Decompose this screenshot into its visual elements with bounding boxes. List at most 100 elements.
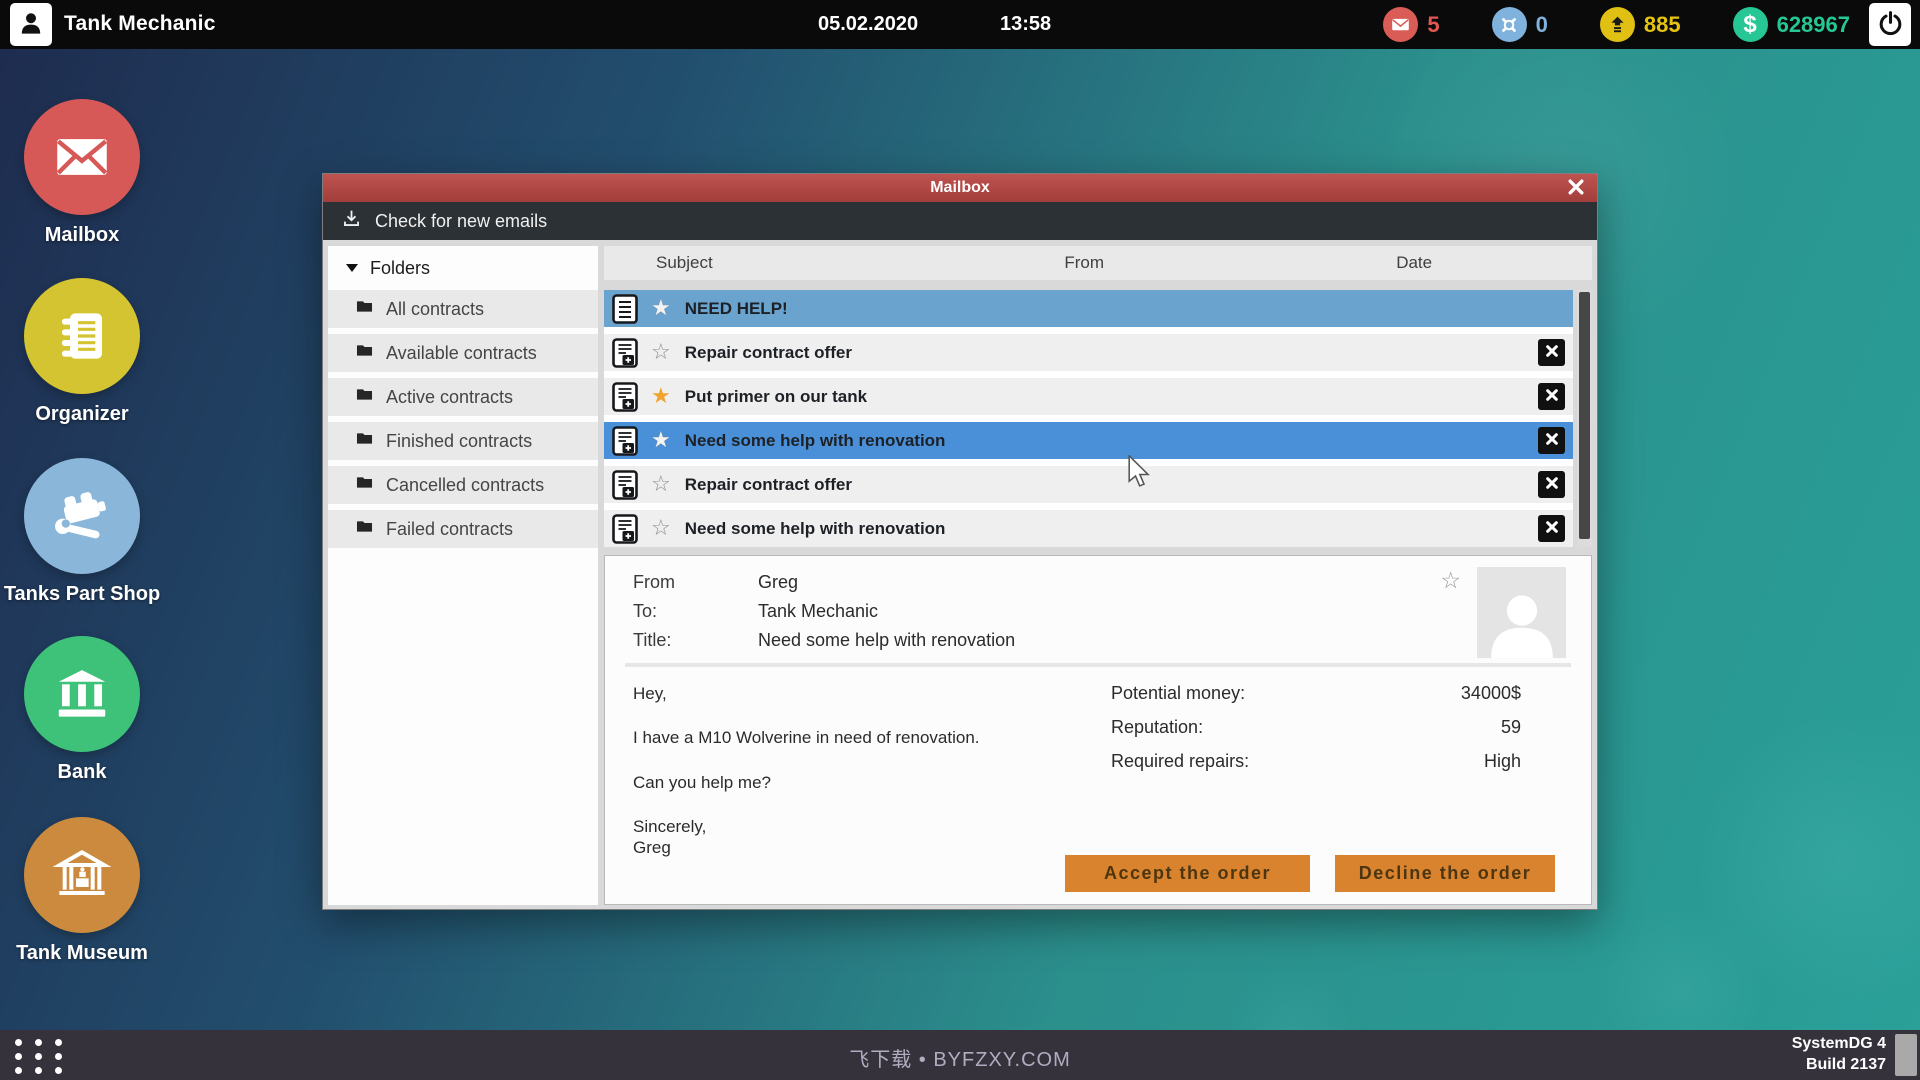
- column-subject[interactable]: Subject: [656, 253, 713, 273]
- body-line: I have a M10 Wolverine in need of renova…: [633, 728, 980, 748]
- dollar-icon: [1732, 7, 1768, 42]
- star-icon[interactable]: [651, 430, 671, 452]
- stat-label: Required repairs:: [1111, 751, 1250, 771]
- folder-icon: [355, 473, 374, 497]
- desktop-icon-parts-shop[interactable]: Tanks Part Shop: [0, 458, 167, 606]
- delete-email-button[interactable]: [1538, 339, 1565, 366]
- decline-order-button[interactable]: Decline the order: [1335, 855, 1555, 892]
- envelope-icon: [24, 99, 140, 215]
- email-list: NEED HELP! Repair contract offer: [604, 290, 1592, 547]
- parts-shop-icon: [24, 458, 140, 574]
- desktop-icon-organizer[interactable]: Organizer: [0, 278, 167, 426]
- folders-panel: Folders All contracts Available contract…: [328, 246, 598, 905]
- power-button[interactable]: [1869, 3, 1911, 46]
- email-detail: From Greg To: Tank Mechanic Title: Need …: [604, 555, 1592, 905]
- contract-add-icon: [612, 381, 638, 412]
- window-content: Folders All contracts Available contract…: [323, 240, 1597, 909]
- delete-email-button[interactable]: [1538, 471, 1565, 498]
- stat-value: 59: [1500, 717, 1521, 737]
- email-row[interactable]: Repair contract offer: [604, 466, 1573, 503]
- star-icon[interactable]: [651, 386, 671, 408]
- organizer-icon: [24, 278, 140, 394]
- folder-label: Cancelled contracts: [386, 474, 545, 495]
- folder-icon: [355, 341, 374, 365]
- window-toolbar: Check for new emails: [323, 202, 1597, 240]
- mail-indicator[interactable]: 5: [1383, 7, 1440, 42]
- contract-stats: Potential money: 34000$ Reputation: 59 R…: [1111, 683, 1591, 881]
- star-icon[interactable]: [651, 474, 671, 496]
- scrollbar-thumb[interactable]: [1579, 292, 1590, 539]
- favorite-star-icon[interactable]: ☆: [1440, 568, 1461, 594]
- column-from[interactable]: From: [1064, 253, 1104, 273]
- title-label: Title:: [633, 630, 672, 650]
- taskbar: 飞下载 • BYFZXY.COM SystemDG 4 Build 2137: [0, 1030, 1920, 1080]
- check-emails-button[interactable]: Check for new emails: [341, 208, 547, 234]
- contract-add-icon: [612, 425, 638, 456]
- delete-email-button[interactable]: [1538, 427, 1565, 454]
- folder-label: All contracts: [386, 298, 485, 319]
- time-display: 13:58: [1000, 13, 1052, 35]
- star-icon[interactable]: [651, 518, 671, 540]
- folder-label: Active contracts: [386, 386, 514, 407]
- mail-area: Subject From Date NEED HELP!: [604, 246, 1592, 905]
- note-icon: [612, 293, 638, 324]
- contract-add-icon: [612, 513, 638, 544]
- to-value: Tank Mechanic: [758, 601, 879, 621]
- email-row[interactable]: Need some help with renovation: [604, 422, 1573, 459]
- email-row[interactable]: Repair contract offer: [604, 334, 1573, 371]
- body-line: Sincerely, Greg: [633, 816, 707, 857]
- email-subject: Need some help with renovation: [684, 430, 946, 450]
- folder-icon: [355, 297, 374, 321]
- profile-button[interactable]: [10, 3, 52, 46]
- folder-icon: [355, 429, 374, 453]
- money-indicator[interactable]: 628967: [1732, 7, 1850, 42]
- desktop-icon-bank[interactable]: Bank: [0, 636, 167, 784]
- envelope-icon: [1383, 7, 1419, 42]
- email-row[interactable]: Need some help with renovation: [604, 510, 1573, 547]
- repairs-indicator[interactable]: 0: [1491, 7, 1548, 42]
- desktop-label: Tanks Part Shop: [3, 583, 161, 605]
- from-value: Greg: [758, 572, 799, 592]
- email-subject: Need some help with renovation: [684, 518, 946, 538]
- folder-available-contracts[interactable]: Available contracts: [328, 334, 598, 372]
- repairs-count: 0: [1535, 11, 1548, 37]
- delete-x-icon: [1544, 387, 1560, 406]
- delete-x-icon: [1544, 343, 1560, 362]
- email-subject: Repair contract offer: [684, 342, 852, 362]
- desktop-label: Bank: [57, 761, 107, 783]
- desktop-label: Tank Museum: [16, 942, 148, 964]
- desktop-icon-museum[interactable]: Tank Museum: [0, 817, 167, 965]
- contract-add-icon: [612, 337, 638, 368]
- folder-active-contracts[interactable]: Active contracts: [328, 378, 598, 416]
- app-grid-icon[interactable]: [15, 1039, 62, 1074]
- delete-email-button[interactable]: [1538, 515, 1565, 542]
- desktop-icon-mailbox[interactable]: Mailbox: [0, 99, 167, 247]
- folder-label: Finished contracts: [386, 430, 533, 451]
- folder-failed-contracts[interactable]: Failed contracts: [328, 510, 598, 548]
- star-icon[interactable]: [651, 298, 671, 320]
- power-icon: [1877, 10, 1904, 40]
- email-body: Hey, I have a M10 Wolverine in need of r…: [633, 683, 1111, 881]
- email-row[interactable]: NEED HELP!: [604, 290, 1573, 327]
- system-info: SystemDG 4 Build 2137: [1792, 1034, 1886, 1076]
- tools-icon: [1491, 7, 1527, 42]
- star-icon[interactable]: [651, 342, 671, 364]
- email-row[interactable]: Put primer on our tank: [604, 378, 1573, 415]
- accept-order-button[interactable]: Accept the order: [1065, 855, 1310, 892]
- window-titlebar[interactable]: Mailbox: [323, 174, 1597, 202]
- column-date[interactable]: Date: [1396, 253, 1432, 273]
- folder-icon: [355, 385, 374, 409]
- list-scrollbar[interactable]: [1577, 290, 1592, 547]
- folder-finished-contracts[interactable]: Finished contracts: [328, 422, 598, 460]
- taskbar-edge-handle: [1895, 1034, 1917, 1076]
- reputation-indicator[interactable]: 885: [1599, 7, 1681, 42]
- reputation-count: 885: [1643, 11, 1681, 37]
- museum-icon: [24, 817, 140, 933]
- folder-all-contracts[interactable]: All contracts: [328, 290, 598, 328]
- window-title: Mailbox: [930, 179, 990, 196]
- folders-header[interactable]: Folders: [328, 246, 598, 290]
- title-value: Need some help with renovation: [758, 630, 1016, 650]
- delete-email-button[interactable]: [1538, 383, 1565, 410]
- folder-cancelled-contracts[interactable]: Cancelled contracts: [328, 466, 598, 504]
- close-button[interactable]: [1559, 174, 1593, 202]
